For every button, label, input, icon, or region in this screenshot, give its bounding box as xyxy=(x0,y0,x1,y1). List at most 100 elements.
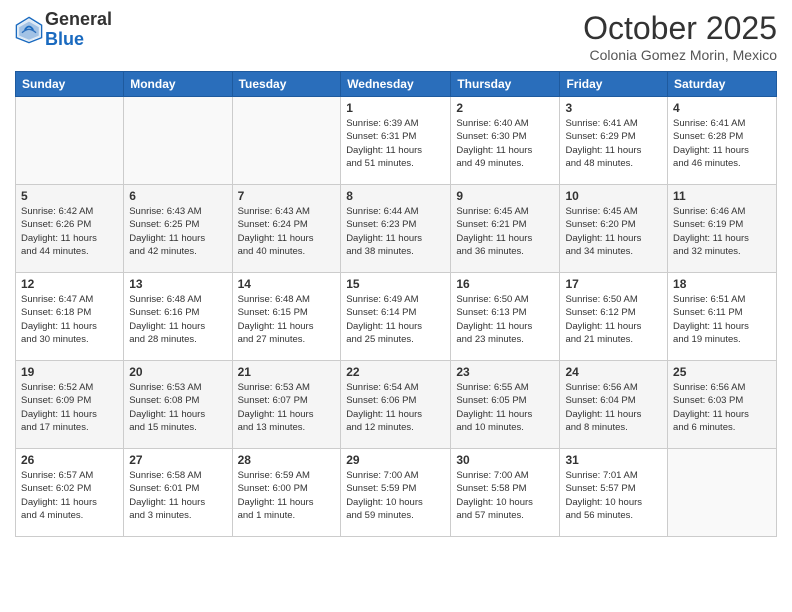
day-info: Sunrise: 6:40 AM Sunset: 6:30 PM Dayligh… xyxy=(456,117,554,170)
col-tuesday: Tuesday xyxy=(232,72,341,97)
day-info: Sunrise: 6:41 AM Sunset: 6:28 PM Dayligh… xyxy=(673,117,771,170)
day-info: Sunrise: 6:51 AM Sunset: 6:11 PM Dayligh… xyxy=(673,293,771,346)
day-number: 14 xyxy=(238,277,336,291)
day-number: 3 xyxy=(565,101,662,115)
table-row: 27Sunrise: 6:58 AM Sunset: 6:01 PM Dayli… xyxy=(124,449,232,537)
day-info: Sunrise: 6:54 AM Sunset: 6:06 PM Dayligh… xyxy=(346,381,445,434)
location-subtitle: Colonia Gomez Morin, Mexico xyxy=(583,47,777,63)
day-number: 25 xyxy=(673,365,771,379)
day-info: Sunrise: 6:46 AM Sunset: 6:19 PM Dayligh… xyxy=(673,205,771,258)
day-info: Sunrise: 6:53 AM Sunset: 6:08 PM Dayligh… xyxy=(129,381,226,434)
logo-text: General Blue xyxy=(45,10,112,50)
day-info: Sunrise: 6:44 AM Sunset: 6:23 PM Dayligh… xyxy=(346,205,445,258)
day-number: 6 xyxy=(129,189,226,203)
day-number: 10 xyxy=(565,189,662,203)
day-number: 2 xyxy=(456,101,554,115)
col-saturday: Saturday xyxy=(668,72,777,97)
day-info: Sunrise: 6:48 AM Sunset: 6:16 PM Dayligh… xyxy=(129,293,226,346)
day-info: Sunrise: 6:56 AM Sunset: 6:03 PM Dayligh… xyxy=(673,381,771,434)
table-row: 10 Sunrise: 6:45 AM Sunset: 6:20 PM Dayli… xyxy=(560,185,668,273)
day-number: 12 xyxy=(21,277,118,291)
table-row xyxy=(124,97,232,185)
day-number: 7 xyxy=(238,189,336,203)
table-row: 30 Sunrise: 7:00 AM Sunset: 5:58 PM Dayli… xyxy=(451,449,560,537)
page: General Blue October 2025 Colonia Gomez … xyxy=(0,0,792,612)
table-row: 25 Sunrise: 6:56 AM Sunset: 6:03 PM Dayli… xyxy=(668,361,777,449)
table-row: 7Sunrise: 6:43 AM Sunset: 6:24 PM Daylig… xyxy=(232,185,341,273)
table-row: 9 Sunrise: 6:45 AM Sunset: 6:21 PM Daylig… xyxy=(451,185,560,273)
table-row: 26 Sunrise: 6:57 AM Sunset: 6:02 PM Dayli… xyxy=(16,449,124,537)
day-info: Sunrise: 6:49 AM Sunset: 6:14 PM Dayligh… xyxy=(346,293,445,346)
day-number: 22 xyxy=(346,365,445,379)
day-number: 20 xyxy=(129,365,226,379)
col-wednesday: Wednesday xyxy=(341,72,451,97)
day-number: 24 xyxy=(565,365,662,379)
table-row: 3 Sunrise: 6:41 AM Sunset: 6:29 PM Daylig… xyxy=(560,97,668,185)
day-number: 19 xyxy=(21,365,118,379)
day-number: 4 xyxy=(673,101,771,115)
col-friday: Friday xyxy=(560,72,668,97)
day-number: 26 xyxy=(21,453,118,467)
day-info: Sunrise: 6:42 AM Sunset: 6:26 PM Dayligh… xyxy=(21,205,118,258)
table-row xyxy=(16,97,124,185)
day-info: Sunrise: 6:43 AM Sunset: 6:25 PM Dayligh… xyxy=(129,205,226,258)
col-monday: Monday xyxy=(124,72,232,97)
day-number: 5 xyxy=(21,189,118,203)
day-info: Sunrise: 6:48 AM Sunset: 6:15 PM Dayligh… xyxy=(238,293,336,346)
day-number: 28 xyxy=(238,453,336,467)
day-info: Sunrise: 6:50 AM Sunset: 6:12 PM Dayligh… xyxy=(565,293,662,346)
calendar-body: 1Sunrise: 6:39 AM Sunset: 6:31 PM Daylig… xyxy=(16,97,777,537)
day-info: Sunrise: 6:56 AM Sunset: 6:04 PM Dayligh… xyxy=(565,381,662,434)
day-number: 9 xyxy=(456,189,554,203)
table-row xyxy=(232,97,341,185)
day-number: 31 xyxy=(565,453,662,467)
day-number: 30 xyxy=(456,453,554,467)
table-row: 31 Sunrise: 7:01 AM Sunset: 5:57 PM Dayli… xyxy=(560,449,668,537)
col-thursday: Thursday xyxy=(451,72,560,97)
month-title: October 2025 xyxy=(583,10,777,47)
day-info: Sunrise: 6:47 AM Sunset: 6:18 PM Dayligh… xyxy=(21,293,118,346)
day-number: 17 xyxy=(565,277,662,291)
day-info: Sunrise: 7:00 AM Sunset: 5:59 PM Dayligh… xyxy=(346,469,445,522)
calendar-table: Sunday Monday Tuesday Wednesday Thursday… xyxy=(15,71,777,537)
day-number: 23 xyxy=(456,365,554,379)
table-row: 21 Sunrise: 6:53 AM Sunset: 6:07 PM Dayli… xyxy=(232,361,341,449)
day-info: Sunrise: 7:00 AM Sunset: 5:58 PM Dayligh… xyxy=(456,469,554,522)
day-number: 13 xyxy=(129,277,226,291)
table-row: 12 Sunrise: 6:47 AM Sunset: 6:18 PM Dayli… xyxy=(16,273,124,361)
day-number: 11 xyxy=(673,189,771,203)
table-row: 5 Sunrise: 6:42 AM Sunset: 6:26 PM Daylig… xyxy=(16,185,124,273)
day-info: Sunrise: 6:55 AM Sunset: 6:05 PM Dayligh… xyxy=(456,381,554,434)
day-info: Sunrise: 6:53 AM Sunset: 6:07 PM Dayligh… xyxy=(238,381,336,434)
day-number: 29 xyxy=(346,453,445,467)
table-row: 16Sunrise: 6:50 AM Sunset: 6:13 PM Dayli… xyxy=(451,273,560,361)
day-info: Sunrise: 6:52 AM Sunset: 6:09 PM Dayligh… xyxy=(21,381,118,434)
day-info: Sunrise: 6:45 AM Sunset: 6:20 PM Dayligh… xyxy=(565,205,662,258)
logo-icon xyxy=(15,16,43,44)
table-row: 4 Sunrise: 6:41 AM Sunset: 6:28 PM Daylig… xyxy=(668,97,777,185)
day-info: Sunrise: 6:57 AM Sunset: 6:02 PM Dayligh… xyxy=(21,469,118,522)
table-row: 15Sunrise: 6:49 AM Sunset: 6:14 PM Dayli… xyxy=(341,273,451,361)
table-row: 2 Sunrise: 6:40 AM Sunset: 6:30 PM Daylig… xyxy=(451,97,560,185)
logo-general: General xyxy=(45,9,112,29)
day-info: Sunrise: 6:45 AM Sunset: 6:21 PM Dayligh… xyxy=(456,205,554,258)
table-row: 1Sunrise: 6:39 AM Sunset: 6:31 PM Daylig… xyxy=(341,97,451,185)
calendar-week-1: 1Sunrise: 6:39 AM Sunset: 6:31 PM Daylig… xyxy=(16,97,777,185)
day-info: Sunrise: 6:58 AM Sunset: 6:01 PM Dayligh… xyxy=(129,469,226,522)
day-number: 16 xyxy=(456,277,554,291)
day-info: Sunrise: 6:39 AM Sunset: 6:31 PM Dayligh… xyxy=(346,117,445,170)
calendar-week-3: 12 Sunrise: 6:47 AM Sunset: 6:18 PM Dayli… xyxy=(16,273,777,361)
table-row: 19 Sunrise: 6:52 AM Sunset: 6:09 PM Dayli… xyxy=(16,361,124,449)
table-row: 8Sunrise: 6:44 AM Sunset: 6:23 PM Daylig… xyxy=(341,185,451,273)
day-info: Sunrise: 6:41 AM Sunset: 6:29 PM Dayligh… xyxy=(565,117,662,170)
day-info: Sunrise: 7:01 AM Sunset: 5:57 PM Dayligh… xyxy=(565,469,662,522)
day-number: 18 xyxy=(673,277,771,291)
calendar-week-4: 19 Sunrise: 6:52 AM Sunset: 6:09 PM Dayli… xyxy=(16,361,777,449)
table-row: 18 Sunrise: 6:51 AM Sunset: 6:11 PM Dayli… xyxy=(668,273,777,361)
table-row: 24 Sunrise: 6:56 AM Sunset: 6:04 PM Dayli… xyxy=(560,361,668,449)
table-row: 28Sunrise: 6:59 AM Sunset: 6:00 PM Dayli… xyxy=(232,449,341,537)
calendar-week-2: 5 Sunrise: 6:42 AM Sunset: 6:26 PM Daylig… xyxy=(16,185,777,273)
day-number: 21 xyxy=(238,365,336,379)
calendar-header-row: Sunday Monday Tuesday Wednesday Thursday… xyxy=(16,72,777,97)
table-row xyxy=(668,449,777,537)
